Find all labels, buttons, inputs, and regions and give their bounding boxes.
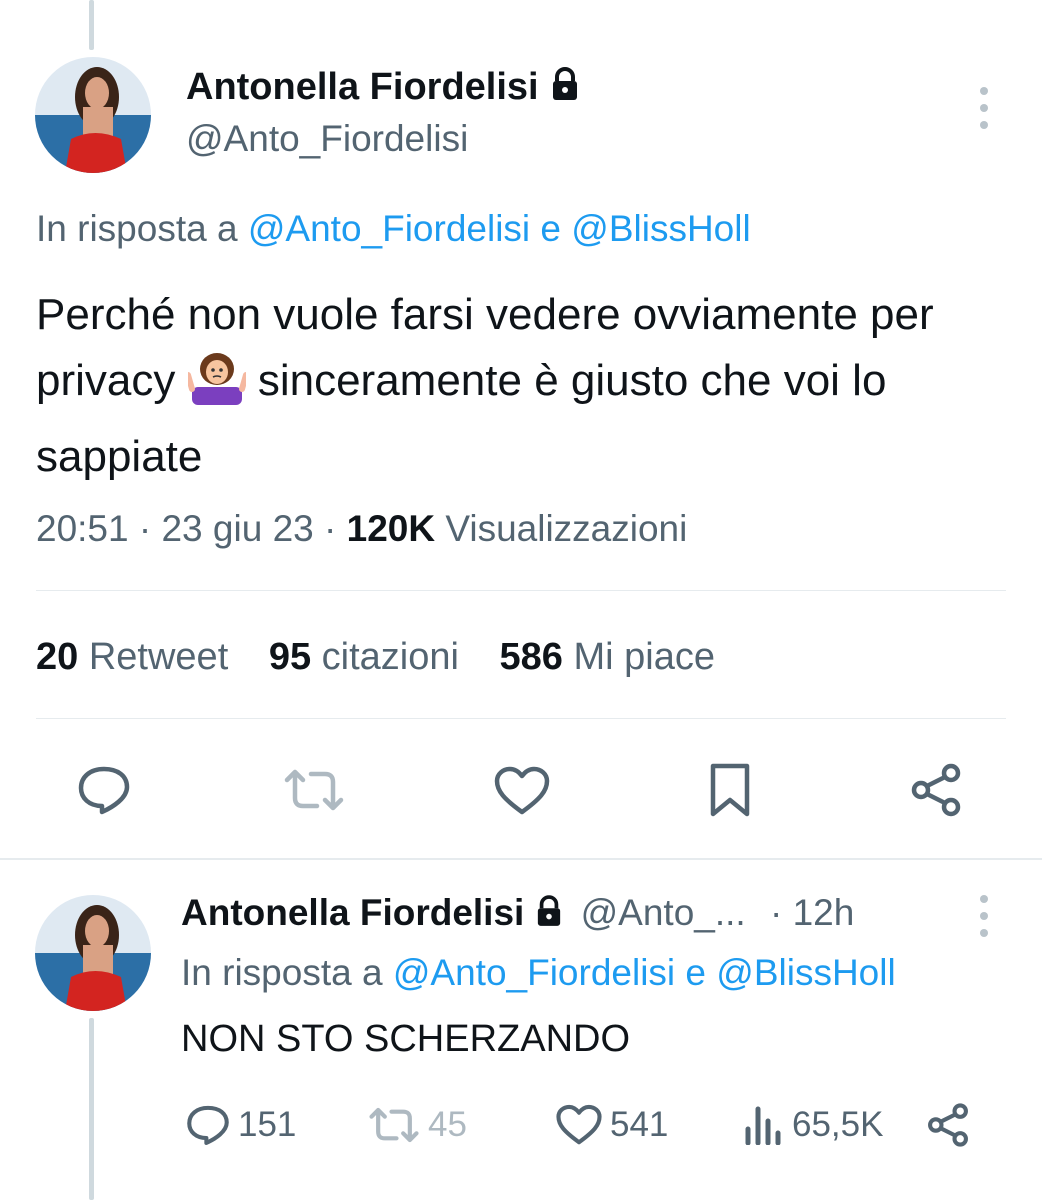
reply-and: e bbox=[685, 952, 706, 993]
share-icon bbox=[928, 1103, 968, 1147]
retweets-stat[interactable]: 20 Retweet bbox=[36, 636, 228, 678]
views-count: 120K bbox=[346, 508, 436, 549]
section-divider bbox=[0, 858, 1042, 860]
bookmark-button[interactable] bbox=[700, 762, 760, 818]
reply-views-button[interactable]: 65,5K bbox=[744, 1100, 883, 1150]
author-handle[interactable]: @Anto_Fiordelisi bbox=[186, 118, 468, 160]
reply-prefix: In risposta a bbox=[181, 952, 383, 993]
reply-context: In risposta a @Anto_Fiordelisi e @BlissH… bbox=[36, 208, 751, 250]
reply-age: · 12h bbox=[769, 892, 855, 933]
engagement-stats: 20 Retweet 95 citazioni 586 Mi piace bbox=[36, 636, 715, 679]
divider bbox=[36, 590, 1006, 591]
reply-prefix: In risposta a bbox=[36, 208, 238, 249]
reply-reply-button[interactable]: 151 bbox=[186, 1100, 296, 1150]
avatar[interactable] bbox=[35, 57, 151, 173]
reply-icon bbox=[187, 1105, 229, 1145]
views-label: Visualizzazioni bbox=[445, 508, 688, 549]
like-button[interactable] bbox=[492, 764, 552, 818]
reply-text: NON STO SCHERZANDO bbox=[181, 1018, 631, 1060]
share-button[interactable] bbox=[906, 762, 966, 818]
quotes-stat[interactable]: 95 citazioni bbox=[269, 636, 459, 678]
tweet-date[interactable]: 23 giu 23 bbox=[161, 508, 313, 549]
quotes-count: 95 bbox=[268, 636, 312, 678]
thread-line-bottom bbox=[89, 1018, 94, 1200]
retweets-label: Retweet bbox=[88, 636, 229, 678]
more-icon[interactable] bbox=[980, 895, 988, 937]
divider bbox=[36, 718, 1006, 719]
reply-author-name[interactable]: Antonella Fiordelisi bbox=[181, 892, 524, 933]
reply-like-button[interactable]: 541 bbox=[556, 1100, 668, 1150]
more-icon[interactable] bbox=[980, 87, 988, 129]
likes-label: Mi piace bbox=[573, 636, 715, 678]
likes-stat[interactable]: 586 Mi piace bbox=[500, 636, 715, 678]
view-count: 65,5K bbox=[792, 1105, 884, 1144]
reply-icon bbox=[78, 766, 130, 815]
tweet-text: Perché non vuole farsi vedere ovviamente… bbox=[36, 282, 1026, 490]
tweet-time[interactable]: 20:51 bbox=[36, 508, 129, 549]
retweet-count: 45 bbox=[428, 1105, 467, 1144]
bookmark-icon bbox=[710, 763, 750, 817]
reply-count: 151 bbox=[238, 1105, 297, 1144]
thread-line-top bbox=[89, 0, 94, 50]
lock-icon bbox=[551, 67, 579, 111]
reply-user-link-2[interactable]: @BlissHoll bbox=[571, 208, 750, 249]
likes-count: 586 bbox=[499, 636, 563, 678]
reply-retweet-button[interactable]: 45 bbox=[368, 1100, 467, 1150]
retweet-icon bbox=[284, 769, 344, 811]
like-icon bbox=[494, 766, 550, 815]
reply-context: In risposta a @Anto_Fiordelisi e @BlissH… bbox=[181, 952, 896, 994]
reply-user-link-1[interactable]: @Anto_Fiordelisi bbox=[393, 952, 675, 993]
tweet-meta: 20:51 · 23 giu 23 · 120K Visualizzazioni bbox=[36, 508, 688, 549]
reply-header: Antonella Fiordelisi @Anto_... · 12h bbox=[181, 892, 854, 936]
reply-author-handle[interactable]: @Anto_... bbox=[581, 892, 746, 933]
share-icon bbox=[911, 763, 961, 817]
reply-share-button[interactable] bbox=[926, 1102, 970, 1148]
author-name-text: Antonella Fiordelisi bbox=[186, 66, 539, 108]
reply-button[interactable] bbox=[74, 762, 134, 818]
lock-icon bbox=[536, 894, 562, 936]
reply-and: e bbox=[540, 208, 561, 249]
reply-user-link-1[interactable]: @Anto_Fiordelisi bbox=[248, 208, 530, 249]
shrug-emoji-icon bbox=[184, 353, 249, 424]
quotes-label: citazioni bbox=[321, 636, 459, 678]
views-icon bbox=[745, 1106, 781, 1145]
reply-user-link-2[interactable]: @BlissHoll bbox=[716, 952, 895, 993]
retweets-count: 20 bbox=[36, 636, 79, 678]
like-count: 541 bbox=[610, 1105, 669, 1144]
retweet-button[interactable] bbox=[282, 762, 346, 818]
retweet-icon bbox=[369, 1107, 419, 1143]
reply-avatar[interactable] bbox=[35, 895, 151, 1011]
author-name[interactable]: Antonella Fiordelisi bbox=[186, 66, 579, 111]
like-icon bbox=[556, 1104, 602, 1145]
